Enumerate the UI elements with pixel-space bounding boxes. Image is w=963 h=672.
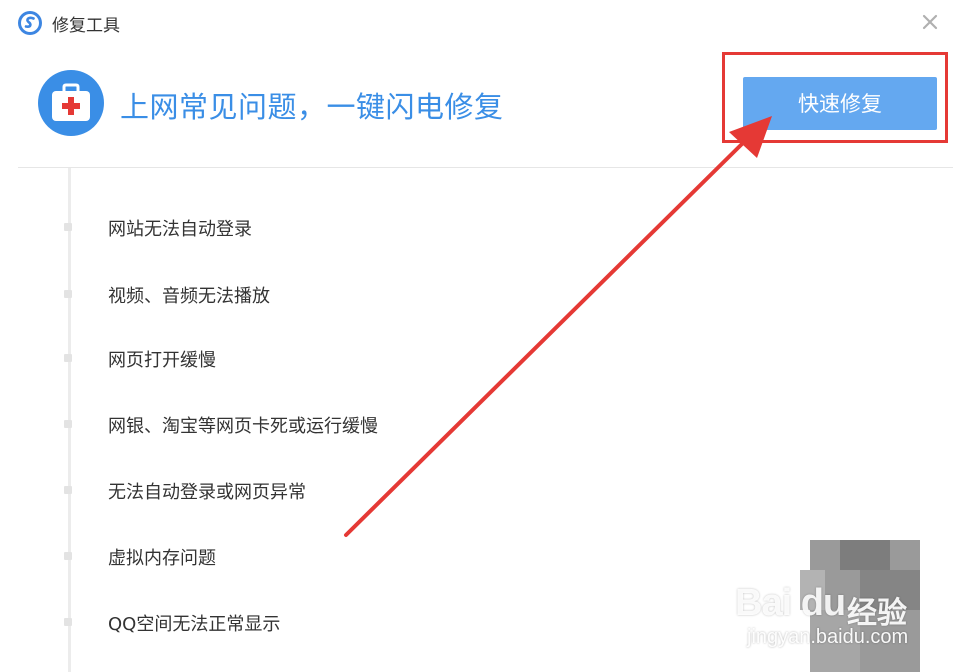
highlight-box — [722, 52, 948, 143]
issue-label: 网页打开缓慢 — [108, 350, 216, 371]
title-bar: 修复工具 — [0, 0, 963, 44]
banner-headline: 上网常见问题，一键闪电修复 — [120, 90, 504, 124]
bullet-dot — [64, 552, 72, 560]
bullet-dot — [64, 290, 72, 298]
first-aid-kit-icon — [38, 70, 104, 136]
bullet-dot — [64, 486, 72, 494]
bullet-dot — [64, 223, 72, 231]
issue-label: 虚拟内存问题 — [108, 548, 216, 569]
watermark-brand: Bai du — [735, 582, 846, 624]
baidu-jingyan-watermark: Bai du 经验 jingyan.baidu.com — [735, 582, 955, 662]
divider — [18, 167, 953, 168]
close-icon[interactable] — [919, 11, 941, 33]
bullet-dot — [64, 618, 72, 626]
watermark-url: jingyan.baidu.com — [747, 626, 909, 648]
issue-label: 视频、音频无法播放 — [108, 286, 270, 307]
issue-label: 网银、淘宝等网页卡死或运行缓慢 — [108, 416, 378, 437]
issue-label: 无法自动登录或网页异常 — [108, 482, 306, 503]
window-title: 修复工具 — [52, 16, 120, 36]
issue-label: QQ空间无法正常显示 — [108, 614, 281, 635]
bullet-dot — [64, 420, 72, 428]
bullet-dot — [64, 354, 72, 362]
issue-label: 网站无法自动登录 — [108, 219, 252, 240]
sogou-browser-logo-icon — [18, 11, 42, 35]
